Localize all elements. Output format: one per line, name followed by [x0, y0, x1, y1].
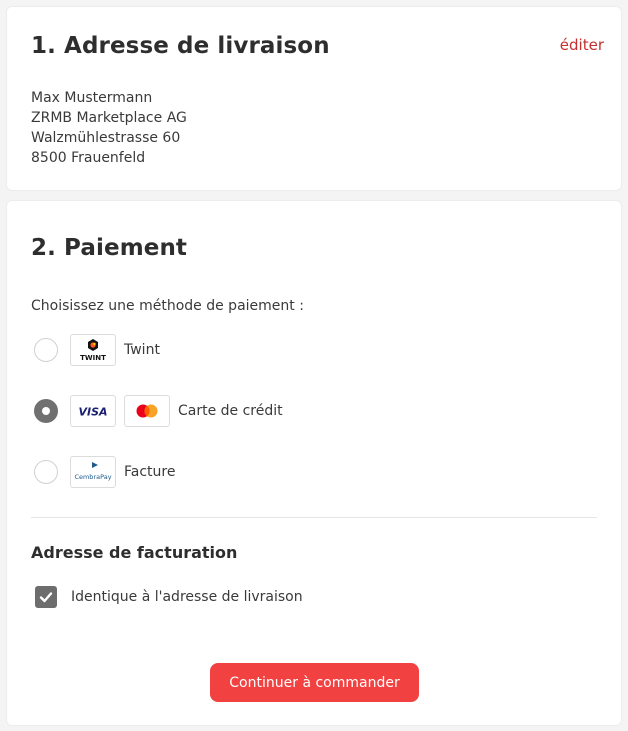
- payment-option-label: Carte de crédit: [178, 403, 283, 419]
- address-line-street: Walzmühlestrasse 60: [31, 130, 181, 146]
- billing-address-title: Adresse de facturation: [31, 543, 238, 562]
- twint-logo-text: TWINT: [80, 354, 106, 362]
- same-as-delivery-option[interactable]: Identique à l'adresse de livraison: [35, 586, 303, 608]
- cembrapay-logo-icon: CembraPay: [70, 456, 116, 488]
- payment-title: 2. Paiement: [31, 235, 188, 261]
- delivery-address: Max Mustermann ZRMB Marketplace AG Walzm…: [31, 88, 187, 168]
- payment-method-prompt: Choisissez une méthode de paiement :: [31, 298, 304, 314]
- delivery-address-title: 1. Adresse de livraison: [31, 33, 330, 59]
- checkmark-icon: [39, 592, 53, 603]
- continue-order-button[interactable]: Continuer à commander: [210, 663, 419, 702]
- cembrapay-logo-text: CembraPay: [74, 473, 111, 481]
- twint-logo-icon: TWINT: [70, 334, 116, 366]
- payment-option-twint[interactable]: TWINT Twint: [31, 333, 160, 367]
- radio-twint[interactable]: [34, 338, 58, 362]
- payment-option-invoice[interactable]: CembraPay Facture: [31, 455, 175, 489]
- payment-option-credit-card[interactable]: VISA Carte de crédit: [31, 394, 283, 428]
- radio-credit-card[interactable]: [34, 399, 58, 423]
- mastercard-logo-icon: [124, 395, 170, 427]
- delivery-address-card: 1. Adresse de livraison éditer Max Muste…: [6, 6, 622, 191]
- same-as-delivery-checkbox[interactable]: [35, 586, 57, 608]
- same-as-delivery-label: Identique à l'adresse de livraison: [71, 589, 303, 605]
- visa-logo-icon: VISA: [70, 395, 116, 427]
- radio-invoice[interactable]: [34, 460, 58, 484]
- payment-card: 2. Paiement Choisissez une méthode de pa…: [6, 200, 622, 726]
- payment-option-label: Twint: [124, 342, 160, 358]
- section-divider: [31, 517, 597, 518]
- address-line-company: ZRMB Marketplace AG: [31, 110, 187, 126]
- visa-logo-text: VISA: [78, 406, 107, 419]
- payment-option-label: Facture: [124, 464, 176, 480]
- address-line-city: 8500 Frauenfeld: [31, 150, 146, 166]
- edit-address-link[interactable]: éditer: [560, 36, 604, 54]
- address-line-name: Max Mustermann: [31, 90, 153, 106]
